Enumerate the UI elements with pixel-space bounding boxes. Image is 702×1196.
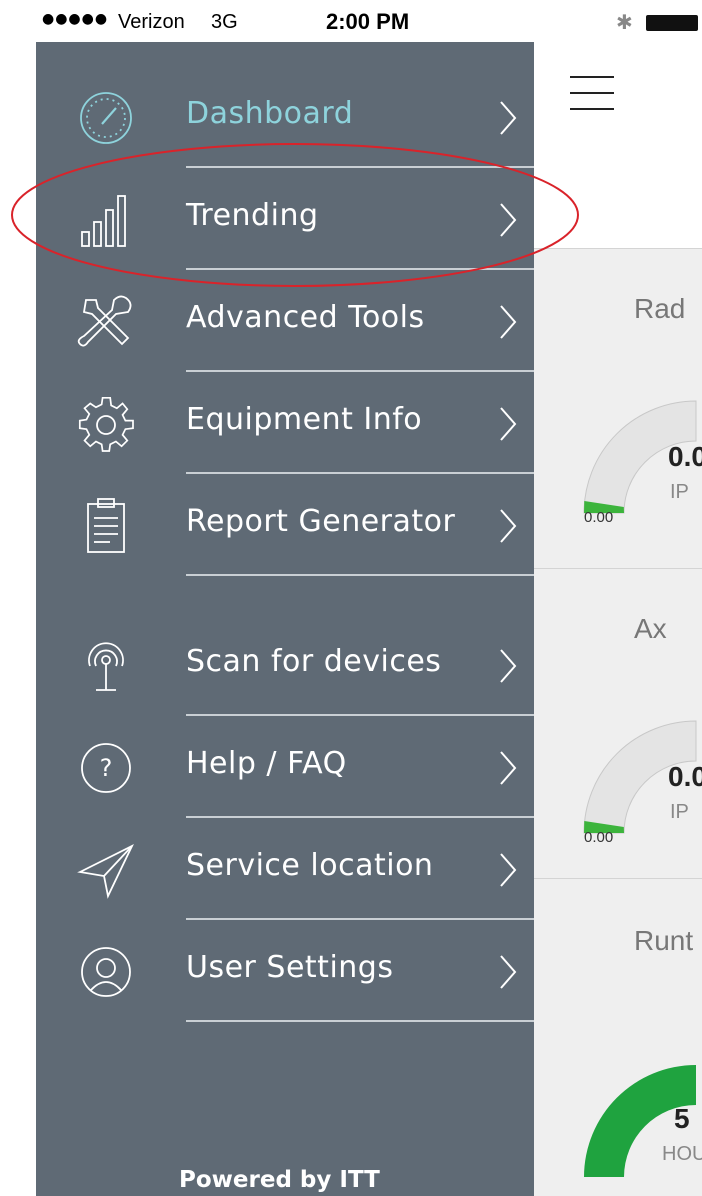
clock: 2:00 PM [326,9,410,34]
battery-icon [646,15,698,31]
menu-label-help-faq: Help / FAQ [186,746,347,781]
hamburger-menu-icon[interactable] [570,74,614,114]
chevron-right-icon [498,506,518,546]
chevron-right-icon [498,404,518,444]
chevron-right-icon [498,952,518,992]
gauge-unit: IP [670,481,689,503]
tools-icon [76,292,136,352]
menu-label-trending: Trending [186,198,319,233]
bluetooth-icon: ✱ [616,10,633,34]
menu-item-scan-for-devices[interactable]: Scan for devices [36,614,534,716]
chevron-right-icon [498,748,518,788]
gauge-value: 0.0 [668,761,702,792]
gauge-card[interactable]: Ax 0.0 IP 0.00 [534,568,702,879]
menu-item-user-settings[interactable]: User Settings [36,920,534,1022]
menu-item-equipment-info[interactable]: Equipment Info [36,372,534,474]
menu-label-report-generator: Report Generator [186,504,456,539]
chevron-right-icon [498,646,518,686]
chevron-right-icon [498,850,518,890]
gauge-min-label: 0.00 [584,509,614,526]
gauge-card[interactable]: Runt 5 HOU [534,878,702,1196]
gauge-value: 5 [674,1103,690,1134]
menu-label-user-settings: User Settings [186,950,394,985]
gauge-card[interactable]: Rad 0.0 IP 0.00 [534,248,702,569]
gauge-unit: IP [670,801,689,823]
chevron-right-icon [498,200,518,240]
menu-label-advanced-tools: Advanced Tools [186,300,425,335]
menu-label-service-location: Service location [186,848,434,883]
signal-strength: ●●●●● [42,11,109,27]
powered-by-footer: Powered by ITT [179,1167,380,1193]
menu-item-report-generator[interactable]: Report Generator [36,474,534,576]
menu-divider [186,1020,534,1022]
antenna-icon [76,636,136,696]
gauge-min-label: 0.00 [584,829,614,846]
bar-chart-icon [76,190,136,250]
gear-icon [76,394,136,454]
side-menu: Dashboard Trending Advanced Tools Equipm… [36,42,534,1196]
menu-label-dashboard: Dashboard [186,96,354,131]
network-type: 3G [211,11,238,33]
menu-label-equipment-info: Equipment Info [186,402,423,437]
svg-text:?: ? [100,754,113,782]
menu-item-trending[interactable]: Trending [36,168,534,270]
user-icon [76,942,136,1002]
chevron-right-icon [498,302,518,342]
paper-plane-icon [76,840,136,900]
chevron-right-icon [498,98,518,138]
dashboard-content: Rad 0.0 IP 0.00 Ax 0.0 IP 0.00 Runt 5 HO… [534,42,702,1196]
gauge-unit: HOU [662,1143,702,1165]
clipboard-icon [76,496,136,556]
carrier-name: Verizon [118,11,185,33]
menu-item-advanced-tools[interactable]: Advanced Tools [36,270,534,372]
speedometer-icon [76,88,136,148]
menu-divider [186,574,534,576]
status-bar: ●●●●● Verizon 3G 2:00 PM ✱ [36,0,702,42]
menu-item-help-faq[interactable]: ? Help / FAQ [36,716,534,818]
menu-item-service-location[interactable]: Service location [36,818,534,920]
menu-item-dashboard[interactable]: Dashboard [36,66,534,168]
help-icon: ? [76,738,136,798]
card-title: Ax [634,613,667,644]
gauge-value: 0.0 [668,441,702,472]
menu-label-scan-for-devices: Scan for devices [186,644,442,679]
card-title: Rad [634,293,686,324]
card-title: Runt [634,925,694,956]
